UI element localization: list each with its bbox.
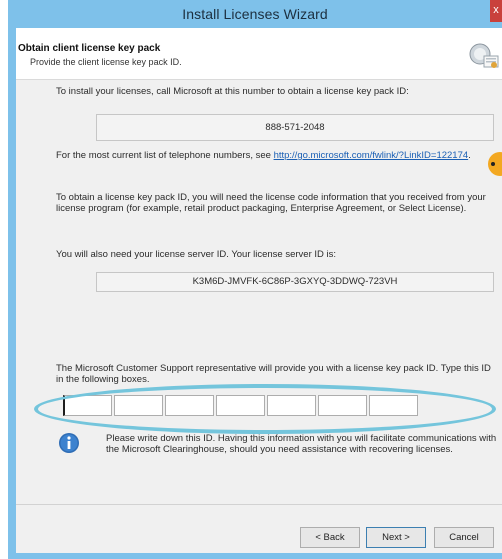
wizard-window: Install Licenses Wizard x Obtain client … xyxy=(8,0,502,559)
wizard-content: Obtain client license key pack Provide t… xyxy=(16,28,502,553)
back-button[interactable]: < Back xyxy=(300,527,360,548)
phone-list-label: For the most current list of telephone n… xyxy=(56,150,274,161)
page-title: Obtain client license key pack xyxy=(18,43,161,54)
intro-text: To install your licenses, call Microsoft… xyxy=(56,86,409,97)
phone-list-text: For the most current list of telephone n… xyxy=(56,150,494,161)
server-id-label: You will also need your license server I… xyxy=(56,249,337,260)
window-title: Install Licenses Wizard xyxy=(182,6,328,22)
info-icon xyxy=(59,433,79,453)
write-down-note: Please write down this ID. Having this i… xyxy=(106,433,497,455)
server-id: K3M6D-JMVFK-6C86P-3GXYQ-3DDWQ-723VH xyxy=(192,276,398,287)
next-button[interactable]: Next > xyxy=(366,527,426,548)
server-id-box: K3M6D-JMVFK-6C86P-3GXYQ-3DDWQ-723VH xyxy=(96,272,494,292)
footer-divider xyxy=(16,504,502,505)
instructions-text: The Microsoft Customer Support represent… xyxy=(56,363,491,385)
phone-number: 888-571-2048 xyxy=(265,122,325,133)
cancel-button[interactable]: Cancel xyxy=(434,527,494,548)
close-button[interactable]: x xyxy=(490,0,502,22)
phone-number-box: 888-571-2048 xyxy=(96,114,494,141)
page-subtitle: Provide the client license key pack ID. xyxy=(30,57,182,67)
highlight-ellipse xyxy=(34,384,496,434)
title-bar[interactable]: Install Licenses Wizard x xyxy=(8,0,502,28)
license-code-text: To obtain a license key pack ID, you wil… xyxy=(56,192,486,214)
license-key-icon xyxy=(469,43,499,68)
phone-list-link[interactable]: http://go.microsoft.com/fwlink/?LinkID=1… xyxy=(274,150,469,161)
phone-list-end: . xyxy=(468,150,471,161)
wizard-header: Obtain client license key pack Provide t… xyxy=(16,28,502,80)
